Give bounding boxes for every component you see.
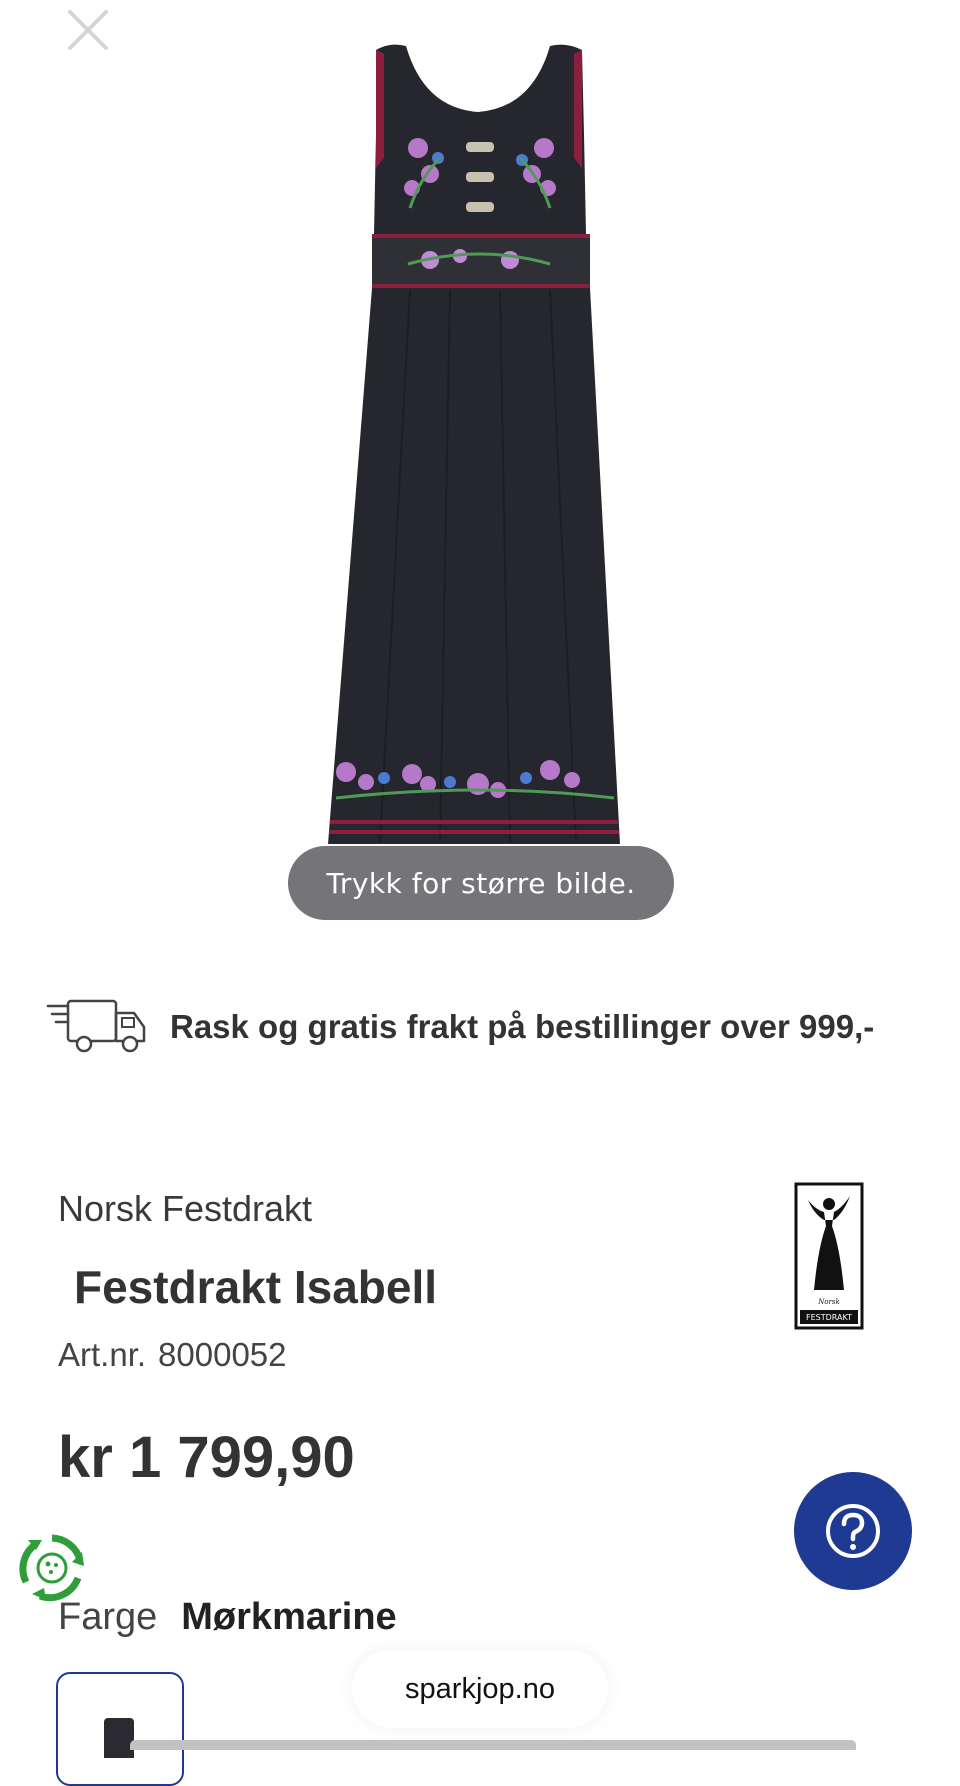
- close-icon: [68, 10, 108, 50]
- brand-name[interactable]: Norsk Festdrakt: [58, 1188, 312, 1230]
- question-mark-icon: [826, 1504, 880, 1558]
- color-value: Mørkmarine: [181, 1596, 397, 1638]
- close-button[interactable]: [64, 6, 112, 54]
- brand-logo[interactable]: Norsk FESTDRAKT: [794, 1182, 864, 1330]
- color-label: Farge: [58, 1596, 158, 1638]
- article-number-value: 8000052: [158, 1336, 287, 1373]
- product-image[interactable]: [300, 38, 660, 918]
- zoom-hint[interactable]: Trykk for større bilde.: [288, 846, 674, 920]
- color-swatch-selected[interactable]: [56, 1672, 184, 1786]
- brand-logo-top-text: Norsk: [817, 1298, 840, 1306]
- browser-url-bar[interactable]: sparkjop.no: [352, 1650, 608, 1728]
- shipping-text: Rask og gratis frakt på bestillinger ove…: [170, 1008, 875, 1045]
- article-number: Art.nr. 8000052: [58, 1336, 287, 1374]
- product-price: kr 1 799,90: [58, 1425, 355, 1490]
- product-title: Festdrakt Isabell: [74, 1261, 438, 1313]
- brand-logo-bottom-text: FESTDRAKT: [806, 1313, 852, 1322]
- color-selector: Farge Mørkmarine: [58, 1596, 397, 1639]
- swatch-thumbnail: [104, 1718, 134, 1758]
- home-indicator: [130, 1740, 856, 1750]
- delivery-truck-icon: [46, 999, 146, 1053]
- eco-badge[interactable]: [16, 1532, 88, 1604]
- recycle-icon: [19, 1534, 84, 1602]
- help-button[interactable]: [794, 1472, 912, 1590]
- shipping-info: Rask og gratis frakt på bestillinger ove…: [46, 998, 874, 1056]
- article-number-label: Art.nr.: [58, 1336, 147, 1373]
